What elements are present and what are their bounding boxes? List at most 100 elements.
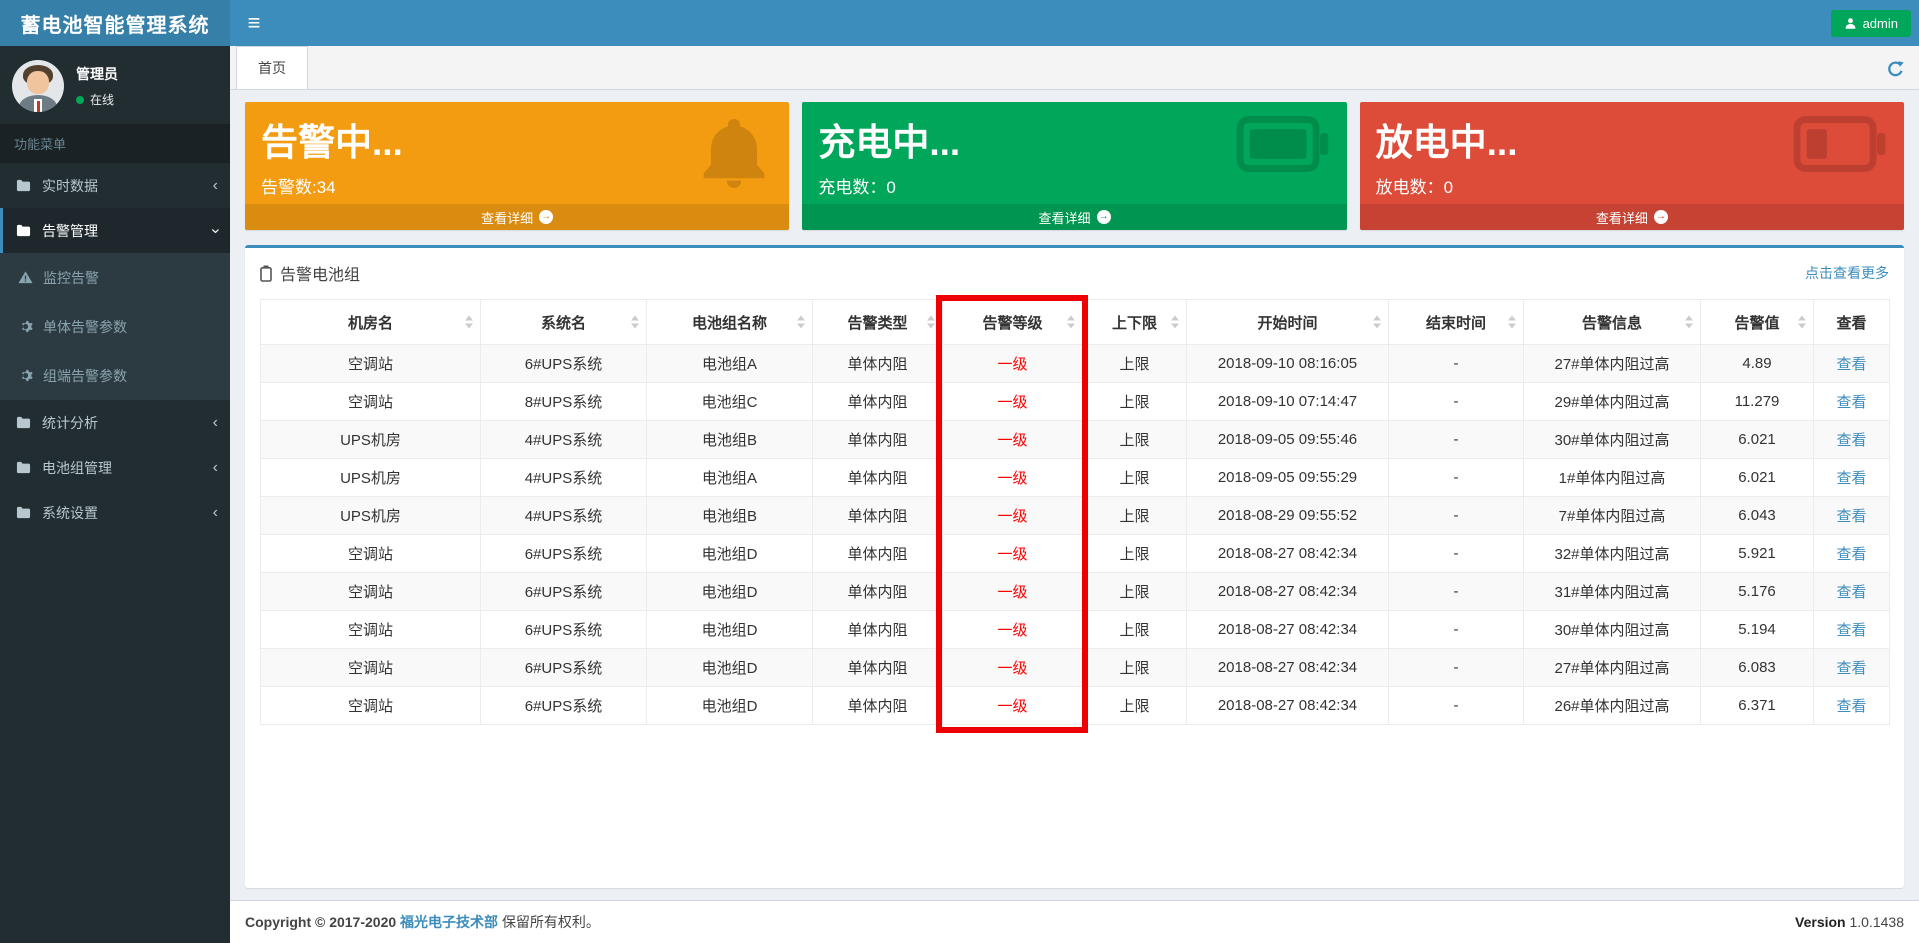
- cell-end-time: -: [1389, 611, 1524, 649]
- cell-alarm-type: 单体内阻: [813, 383, 943, 421]
- cell-system-name: 6#UPS系统: [481, 535, 647, 573]
- cell-end-time: -: [1389, 459, 1524, 497]
- alarm-management-submenu: 监控告警 单体告警参数 组端告警参数: [0, 253, 230, 400]
- cell-start-time: 2018-09-10 08:16:05: [1187, 345, 1389, 383]
- column-header[interactable]: 开始时间: [1187, 300, 1389, 345]
- sidebar-item-group-alarm-params[interactable]: 组端告警参数: [0, 351, 230, 400]
- sort-icon: [1171, 316, 1179, 329]
- sidebar-item-statistics[interactable]: 统计分析 ‹: [0, 400, 230, 445]
- charging-card-detail-link[interactable]: 查看详细 →: [802, 204, 1346, 230]
- cell-alarm-info: 30#单体内阻过高: [1524, 611, 1701, 649]
- cell-limit-direction: 上限: [1083, 345, 1187, 383]
- alarm-table-wrap: 机房名系统名电池组名称告警类型告警等级上下限开始时间结束时间告警信息告警值查看 …: [260, 299, 1889, 725]
- cell-room-name: UPS机房: [261, 459, 481, 497]
- cell-system-name: 6#UPS系统: [481, 345, 647, 383]
- column-header[interactable]: 告警值: [1701, 300, 1814, 345]
- sidebar-item-label: 监控告警: [43, 268, 99, 288]
- app-logo[interactable]: 蓄电池智能管理系统: [0, 0, 230, 46]
- refresh-button[interactable]: [1886, 60, 1905, 79]
- cell-alarm-info: 29#单体内阻过高: [1524, 383, 1701, 421]
- cell-alarm-type: 单体内阻: [813, 497, 943, 535]
- column-header[interactable]: 告警等级: [943, 300, 1083, 345]
- cell-system-name: 6#UPS系统: [481, 573, 647, 611]
- column-header-label: 机房名: [348, 315, 393, 332]
- user-status[interactable]: 在线: [76, 91, 118, 108]
- cell-alarm-level: 一级: [943, 611, 1083, 649]
- view-link[interactable]: 查看: [1836, 622, 1866, 639]
- column-header[interactable]: 电池组名称: [647, 300, 813, 345]
- cell-view: 查看: [1814, 535, 1890, 573]
- cell-view: 查看: [1814, 383, 1890, 421]
- user-menu-button[interactable]: admin: [1831, 10, 1911, 37]
- cell-end-time: -: [1389, 383, 1524, 421]
- view-link[interactable]: 查看: [1836, 432, 1866, 449]
- arrow-circle-icon: →: [1654, 210, 1668, 224]
- cell-system-name: 4#UPS系统: [481, 421, 647, 459]
- chevron-left-icon: ‹: [213, 460, 218, 476]
- cell-room-name: 空调站: [261, 687, 481, 725]
- view-more-link[interactable]: 点击查看更多: [1805, 263, 1889, 283]
- avatar-face: [27, 71, 49, 94]
- sidebar-toggle-button[interactable]: ≡: [230, 0, 278, 46]
- cell-system-name: 6#UPS系统: [481, 649, 647, 687]
- arrow-circle-icon: →: [1097, 210, 1111, 224]
- cell-limit-direction: 上限: [1083, 383, 1187, 421]
- menu-section-label: 功能菜单: [0, 124, 230, 163]
- cell-alarm-info: 32#单体内阻过高: [1524, 535, 1701, 573]
- folder-icon: [15, 415, 32, 430]
- cell-view: 查看: [1814, 421, 1890, 459]
- view-link[interactable]: 查看: [1836, 584, 1866, 601]
- cell-start-time: 2018-08-27 08:42:34: [1187, 535, 1389, 573]
- tab-home[interactable]: 首页: [236, 46, 308, 89]
- discharging-card-detail-link[interactable]: 查看详细 →: [1360, 204, 1904, 230]
- column-header-label: 电池组名称: [692, 315, 767, 332]
- panel-header: 告警电池组 点击查看更多: [245, 248, 1904, 293]
- cell-alarm-type: 单体内阻: [813, 611, 943, 649]
- alarm-card: 告警中... 告警数:34 查看详细 →: [245, 102, 789, 230]
- alarm-table-head-row: 机房名系统名电池组名称告警类型告警等级上下限开始时间结束时间告警信息告警值查看: [261, 300, 1890, 345]
- view-link[interactable]: 查看: [1836, 698, 1866, 715]
- cell-alarm-type: 单体内阻: [813, 535, 943, 573]
- view-link[interactable]: 查看: [1836, 660, 1866, 677]
- cell-alarm-value: 6.083: [1701, 649, 1814, 687]
- cell-start-time: 2018-09-10 07:14:47: [1187, 383, 1389, 421]
- column-header[interactable]: 结束时间: [1389, 300, 1524, 345]
- sidebar-item-battery-group-management[interactable]: 电池组管理 ‹: [0, 445, 230, 490]
- user-icon: [1844, 17, 1857, 30]
- view-link[interactable]: 查看: [1836, 470, 1866, 487]
- panel-body: 机房名系统名电池组名称告警类型告警等级上下限开始时间结束时间告警信息告警值查看 …: [245, 293, 1904, 740]
- sidebar-item-label: 单体告警参数: [43, 317, 127, 337]
- column-header[interactable]: 机房名: [261, 300, 481, 345]
- sidebar-menu: 实时数据 ‹ 告警管理 ‹ 监控告警 单体告警参数 组端告警参数 统计分析: [0, 163, 230, 535]
- column-header[interactable]: 告警信息: [1524, 300, 1701, 345]
- sidebar-item-monitor-alarm[interactable]: 监控告警: [0, 253, 230, 302]
- main-wrapper: 首页 告警中... 告警数:34 查看详细 → 充电中... 充电数：0: [230, 46, 1919, 943]
- sort-icon: [1508, 316, 1516, 329]
- cell-room-name: UPS机房: [261, 421, 481, 459]
- cell-alarm-level: 一级: [943, 383, 1083, 421]
- cell-alarm-type: 单体内阻: [813, 421, 943, 459]
- cell-limit-direction: 上限: [1083, 497, 1187, 535]
- cell-alarm-info: 30#单体内阻过高: [1524, 421, 1701, 459]
- view-link[interactable]: 查看: [1836, 356, 1866, 373]
- sidebar-item-realtime-data[interactable]: 实时数据 ‹: [0, 163, 230, 208]
- column-header[interactable]: 告警类型: [813, 300, 943, 345]
- sidebar-item-alarm-management[interactable]: 告警管理 ‹: [0, 208, 230, 253]
- company-link[interactable]: 福光电子技术部: [400, 914, 498, 930]
- avatar-tie: [37, 101, 40, 112]
- sidebar-item-cell-alarm-params[interactable]: 单体告警参数: [0, 302, 230, 351]
- view-link[interactable]: 查看: [1836, 508, 1866, 525]
- cell-view: 查看: [1814, 345, 1890, 383]
- content-area: 告警中... 告警数:34 查看详细 → 充电中... 充电数：0 查看详细: [230, 90, 1919, 900]
- column-header[interactable]: 上下限: [1083, 300, 1187, 345]
- alarm-card-detail-link[interactable]: 查看详细 →: [245, 204, 789, 230]
- view-link[interactable]: 查看: [1836, 394, 1866, 411]
- bell-icon: [695, 114, 773, 199]
- column-header[interactable]: 系统名: [481, 300, 647, 345]
- view-link[interactable]: 查看: [1836, 546, 1866, 563]
- cell-alarm-info: 31#单体内阻过高: [1524, 573, 1701, 611]
- sort-icon: [1373, 316, 1381, 329]
- sidebar-item-system-settings[interactable]: 系统设置 ‹: [0, 490, 230, 535]
- cell-battery-group-name: 电池组C: [647, 383, 813, 421]
- cell-alarm-level: 一级: [943, 535, 1083, 573]
